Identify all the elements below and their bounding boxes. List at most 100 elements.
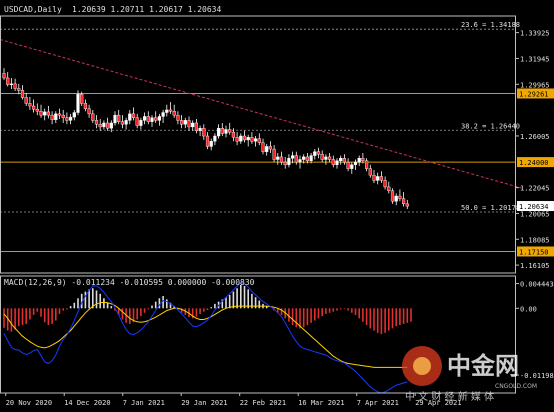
candle-body	[302, 157, 305, 160]
candle-body	[3, 73, 6, 78]
price-tick-label: 1.18085	[520, 236, 550, 244]
macd-hist-bar	[225, 297, 227, 308]
candle-body	[284, 162, 287, 165]
macd-hist-bar	[233, 292, 235, 309]
candle-body	[14, 84, 17, 89]
macd-hist-bar	[44, 308, 46, 322]
macd-hist-bar	[62, 308, 64, 310]
price-tick-label: 1.16105	[520, 262, 550, 270]
x-tick-label: 16 Mar 2021	[298, 399, 344, 407]
macd-hist-bar	[321, 308, 323, 316]
candle-body	[43, 112, 46, 115]
macd-hist-bar	[111, 306, 113, 308]
candle-body	[306, 157, 309, 161]
candle-body	[158, 116, 161, 120]
candle-body	[239, 136, 242, 141]
candle-body	[236, 137, 239, 141]
candle-body	[40, 111, 43, 115]
candle-body	[376, 176, 379, 180]
macd-hist-bar	[314, 308, 316, 320]
macd-hist-bar	[77, 298, 79, 308]
candle-body	[391, 191, 394, 201]
macd-hist-bar	[325, 308, 327, 314]
macd-hist-bar	[310, 308, 312, 322]
candle-body	[317, 152, 320, 155]
macd-hist-bar	[229, 295, 231, 308]
candle-body	[21, 90, 24, 97]
macd-hist-bar	[159, 298, 161, 308]
candle-body	[310, 156, 313, 161]
candle-body	[254, 139, 257, 142]
macd-hist-bar	[166, 299, 168, 308]
candle-body	[358, 158, 361, 162]
macd-hist-bar	[162, 296, 164, 308]
candle-body	[206, 136, 209, 146]
price-tick-label: 1.31945	[520, 55, 550, 63]
macd-hist-bar	[214, 304, 216, 308]
candle-body	[25, 98, 28, 104]
candle-body	[128, 114, 131, 121]
macd-hist-bar	[33, 308, 35, 315]
candle-body	[328, 157, 331, 160]
macd-hist-bar	[207, 308, 209, 310]
level-price-tag-label: 1.29261	[519, 90, 549, 98]
candle-body	[180, 120, 183, 124]
candle-body	[114, 115, 117, 123]
macd-hist-bar	[14, 308, 16, 329]
candle-body	[69, 117, 72, 120]
macd-hist-bar	[373, 308, 375, 330]
candle-body	[10, 84, 13, 85]
candle-body	[132, 114, 135, 118]
macd-hist-bar	[384, 308, 386, 333]
macd-hist-bar	[151, 306, 153, 309]
candle-body	[184, 120, 187, 124]
candle-body	[347, 162, 350, 169]
macd-hist-bar	[247, 289, 249, 308]
candle-body	[221, 128, 224, 133]
candle-body	[387, 187, 390, 191]
macd-hist-bar	[40, 308, 42, 316]
candle-body	[362, 158, 365, 161]
price-tick-label: 1.29965	[520, 81, 550, 89]
macd-hist-bar	[25, 308, 27, 324]
level-price-tag-label: 1.24000	[519, 159, 549, 167]
price-tick-label: 1.33925	[520, 30, 550, 38]
macd-title: MACD(12,26,9) -0.011234 -0.010595 0.0000…	[4, 278, 255, 287]
x-tick-label: 7 Jan 2021	[123, 399, 165, 407]
x-tick-label: 29 Apr 2021	[415, 399, 461, 407]
macd-hist-bar	[340, 308, 342, 309]
macd-hist-bar	[148, 308, 150, 309]
candle-body	[243, 136, 246, 140]
macd-hist-bar	[203, 308, 205, 311]
candle-body	[262, 143, 265, 152]
candle-body	[106, 123, 109, 128]
macd-hist-bar	[107, 303, 109, 309]
chart-header-symbol: USDCAD,Daily	[4, 5, 62, 14]
macd-hist-bar	[318, 308, 320, 318]
macd-hist-bar	[307, 308, 309, 325]
candle-body	[365, 161, 368, 169]
macd-hist-bar	[18, 308, 20, 326]
candle-body	[165, 110, 168, 113]
macd-hist-bar	[11, 308, 13, 331]
macd-hist-bar	[395, 308, 397, 326]
level-price-tag-label: 1.17150	[519, 248, 549, 256]
candle-body	[251, 137, 254, 141]
x-tick-label: 22 Feb 2021	[240, 399, 286, 407]
last-price-label: 1.20634	[519, 203, 549, 211]
candle-body	[191, 123, 194, 127]
candle-body	[336, 161, 339, 165]
candle-body	[151, 118, 154, 122]
candle-body	[339, 158, 342, 161]
candle-body	[80, 94, 83, 103]
x-tick-label: 20 Nov 2020	[6, 399, 52, 407]
macd-hist-bar	[240, 285, 242, 308]
candle-body	[154, 118, 157, 121]
macd-hist-bar	[74, 303, 76, 309]
candle-body	[288, 158, 291, 165]
candle-body	[217, 128, 220, 136]
candle-body	[269, 146, 272, 149]
macd-hist-bar	[344, 308, 346, 309]
macd-hist-bar	[392, 308, 394, 328]
candle-body	[214, 136, 217, 141]
